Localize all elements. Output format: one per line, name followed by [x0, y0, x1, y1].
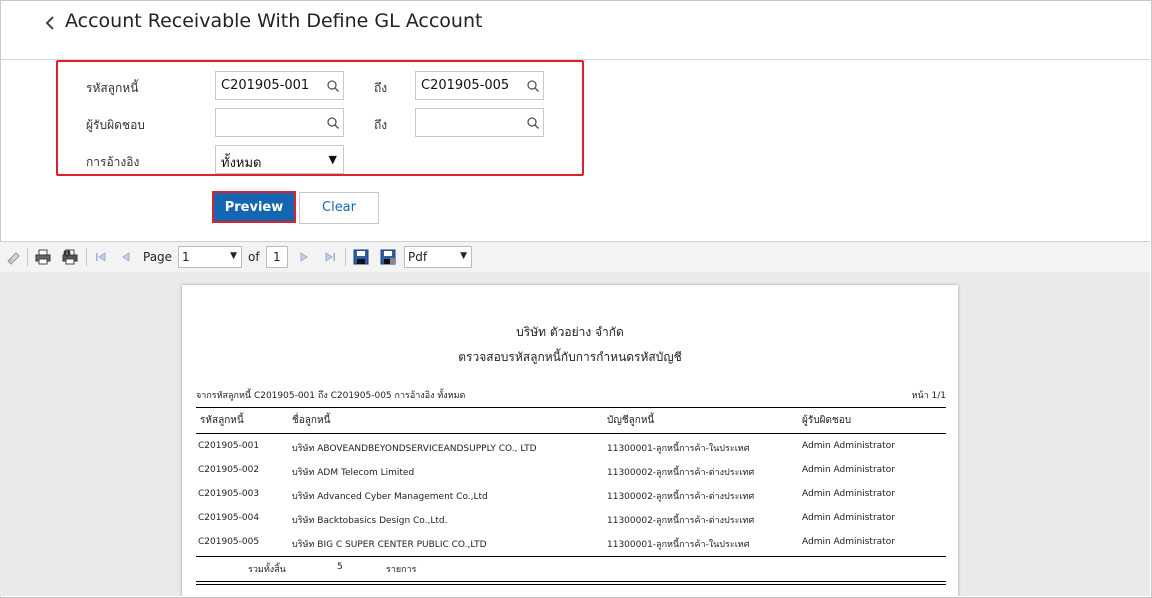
- search-icon[interactable]: [526, 116, 540, 130]
- export-icon[interactable]: [380, 249, 396, 265]
- debtor-code-to-field[interactable]: C201905-005: [415, 71, 544, 100]
- column-header: รหัสลูกหนี้: [200, 415, 244, 426]
- cell-debtor-name: บริษัท BIG C SUPER CENTER PUBLIC CO.,LTD: [292, 540, 487, 550]
- total-label: รวมทั้งสิ้น: [248, 565, 286, 575]
- total-pages-value: 1: [273, 250, 281, 264]
- report-page: บริษัท ตัวอย่าง จำกัด ตรวจสอบรหัสลูกหนี้…: [182, 285, 958, 596]
- total-count: 5: [337, 562, 343, 572]
- total-pages: 1: [266, 246, 288, 268]
- responsible-label: ผู้รับผิดชอบ: [86, 118, 145, 132]
- cell-gl-account: 11300002-ลูกหนี้การค้า-ต่างประเทศ: [607, 516, 755, 526]
- save-icon[interactable]: [353, 249, 369, 265]
- page-number-value: 1: [182, 250, 190, 264]
- of-label: of: [248, 250, 260, 264]
- last-page-icon[interactable]: [322, 249, 338, 265]
- page-title: Account Receivable With Define GL Accoun…: [65, 10, 483, 32]
- cell-debtor-name: บริษัท Advanced Cyber Management Co.,Ltd: [292, 492, 488, 502]
- export-format-value: Pdf: [408, 250, 428, 264]
- preview-button[interactable]: Preview: [212, 191, 296, 223]
- responsible-from-field[interactable]: [215, 108, 344, 137]
- dropdown-arrow-icon: ▼: [460, 251, 467, 261]
- debtor-code-label: รหัสลูกหนี้: [86, 81, 139, 95]
- report-toolbar: i Page 1 ▼ of 1 Pdf ▼: [0, 241, 1150, 273]
- toolbar-divider: [86, 248, 87, 266]
- page-number-select[interactable]: 1 ▼: [178, 246, 242, 268]
- column-header: บัญชีลูกหนี้: [607, 415, 655, 426]
- header-top-rule: [196, 407, 946, 408]
- first-page-icon[interactable]: [93, 249, 109, 265]
- search-icon[interactable]: [326, 79, 340, 93]
- cell-debtor-name: บริษัท Backtobasics Design Co.,Ltd.: [292, 516, 448, 526]
- column-header: ผู้รับผิดชอบ: [802, 415, 852, 426]
- dropdown-arrow-icon: ▼: [230, 251, 237, 261]
- cell-debtor-code: C201905-001: [198, 441, 260, 451]
- report-title: ตรวจสอบรหัสลูกหนี้กับการกำหนดรหัสบัญชี: [458, 350, 682, 364]
- clear-button[interactable]: Clear: [299, 192, 379, 224]
- page-label: Page: [143, 250, 173, 264]
- cell-debtor-code: C201905-002: [198, 465, 260, 475]
- total-unit: รายการ: [386, 565, 417, 575]
- cell-responsible: Admin Administrator: [802, 537, 895, 547]
- reference-label: การอ้างอิง: [86, 155, 140, 169]
- export-format-select[interactable]: Pdf ▼: [404, 246, 472, 268]
- cell-responsible: Admin Administrator: [802, 465, 895, 475]
- cell-debtor-code: C201905-004: [198, 513, 260, 523]
- to-label: ถึง: [374, 118, 388, 132]
- cell-responsible: Admin Administrator: [802, 441, 895, 451]
- report-page-number: หน้า 1/1: [911, 391, 946, 401]
- toolbar-divider: [27, 248, 28, 266]
- debtor-code-from-field[interactable]: C201905-001: [215, 71, 344, 100]
- total-top-rule: [196, 556, 946, 557]
- cell-responsible: Admin Administrator: [802, 513, 895, 523]
- page-header: Account Receivable With Define GL Accoun…: [0, 0, 1150, 60]
- cell-gl-account: 11300001-ลูกหนี้การค้า-ในประเทศ: [607, 540, 750, 550]
- debtor-code-from-value: C201905-001: [221, 78, 310, 93]
- toolbar-divider: [345, 248, 346, 266]
- header-bottom-rule: [196, 433, 946, 434]
- debtor-code-to-value: C201905-005: [421, 78, 510, 93]
- search-icon[interactable]: [526, 79, 540, 93]
- next-page-icon[interactable]: [296, 249, 312, 265]
- cell-debtor-name: บริษัท ABOVEANDBEYONDSERVICEANDSUPPLY CO…: [292, 444, 537, 454]
- print-icon[interactable]: [35, 249, 51, 265]
- dropdown-arrow-icon: ▼: [328, 153, 337, 166]
- report-criteria: จากรหัสลูกหนี้ C201905-001 ถึง C201905-0…: [196, 391, 466, 401]
- cell-gl-account: 11300002-ลูกหนี้การค้า-ต่างประเทศ: [607, 468, 755, 478]
- search-icon[interactable]: [326, 116, 340, 130]
- find-icon[interactable]: [6, 249, 22, 265]
- reference-select[interactable]: ทั้งหมด ▼: [215, 145, 344, 174]
- cell-debtor-name: บริษัท ADM Telecom Limited: [292, 468, 415, 478]
- report-company: บริษัท ตัวอย่าง จำกัด: [516, 325, 624, 339]
- cell-gl-account: 11300002-ลูกหนี้การค้า-ต่างประเทศ: [607, 492, 755, 502]
- total-double-rule: [196, 581, 946, 582]
- cell-gl-account: 11300001-ลูกหนี้การค้า-ในประเทศ: [607, 444, 750, 454]
- total-double-rule: [196, 584, 946, 585]
- print-layout-icon[interactable]: i: [62, 249, 78, 265]
- report-viewer[interactable]: บริษัท ตัวอย่าง จำกัด ตรวจสอบรหัสลูกหนี้…: [0, 272, 1150, 596]
- responsible-to-field[interactable]: [415, 108, 544, 137]
- column-header: ชื่อลูกหนี้: [292, 415, 331, 426]
- chevron-left-icon[interactable]: [40, 11, 60, 35]
- cell-debtor-code: C201905-005: [198, 537, 260, 547]
- previous-page-icon[interactable]: [118, 249, 134, 265]
- reference-select-value: ทั้งหมด: [221, 156, 262, 171]
- cell-responsible: Admin Administrator: [802, 489, 895, 499]
- cell-debtor-code: C201905-003: [198, 489, 260, 499]
- to-label: ถึง: [374, 81, 388, 95]
